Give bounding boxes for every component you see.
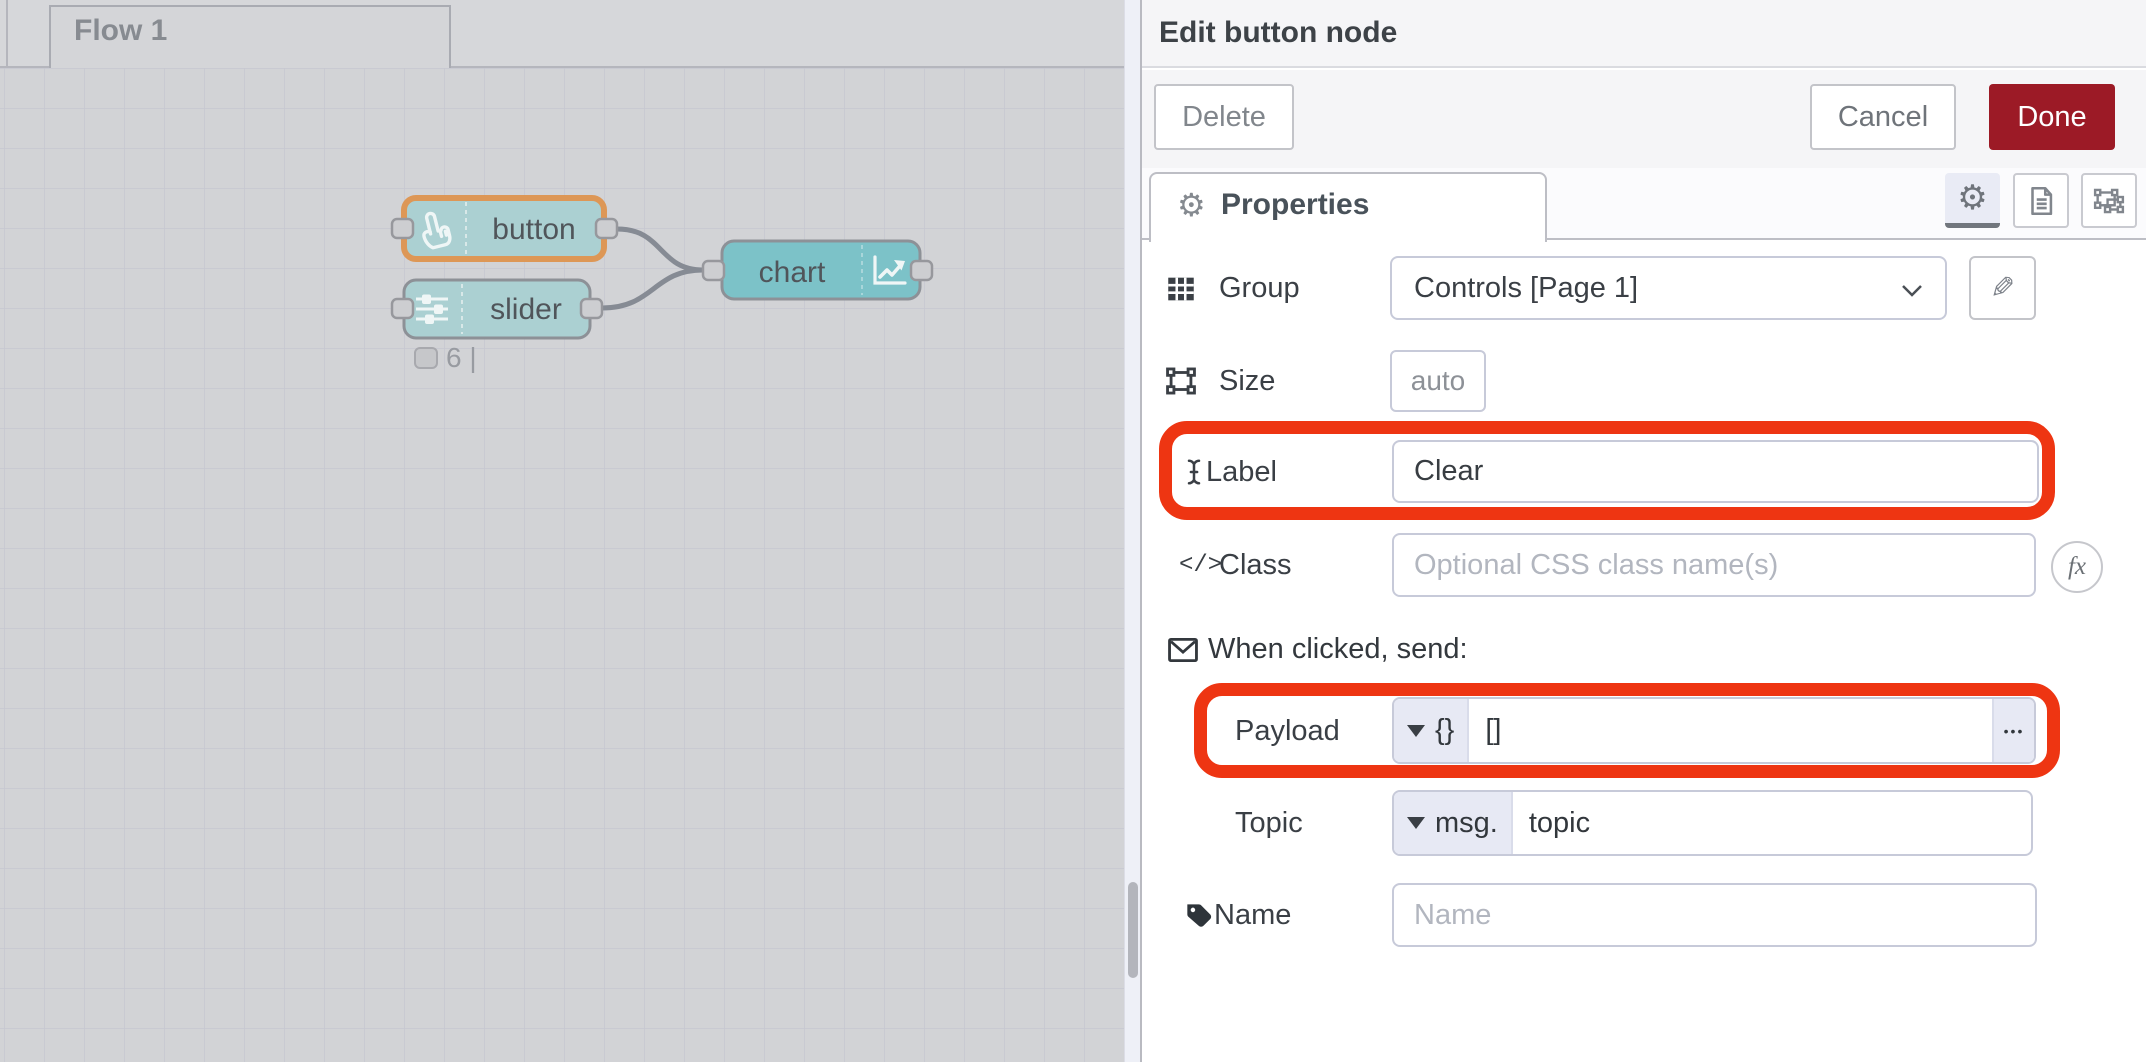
edit-tray: Edit button node Delete Cancel Done ⚙ Pr… bbox=[1140, 0, 2146, 1062]
appearance-tab-button[interactable] bbox=[2081, 173, 2137, 228]
object-group-icon bbox=[2092, 184, 2126, 218]
tray-title: Edit button node bbox=[1159, 0, 1397, 66]
node-button[interactable]: button bbox=[392, 198, 617, 259]
chart-output-port[interactable] bbox=[911, 261, 932, 280]
editor-tabrow: ⚙ Properties ⚙ bbox=[1142, 168, 2146, 240]
edit-group-button[interactable]: ✎ bbox=[1969, 256, 2036, 320]
group-label: Group bbox=[1219, 270, 1300, 306]
payload-label: Payload bbox=[1235, 713, 1340, 749]
payload-typedinput: {} [] ••• bbox=[1392, 697, 2036, 764]
delete-button[interactable]: Delete bbox=[1154, 84, 1294, 150]
expand-editor-button[interactable]: fx bbox=[2051, 541, 2103, 593]
cancel-button[interactable]: Cancel bbox=[1810, 84, 1956, 150]
node-chart-label: chart bbox=[759, 256, 826, 289]
tag-icon bbox=[1182, 898, 1214, 932]
table-icon bbox=[1162, 272, 1200, 306]
name-input[interactable] bbox=[1392, 883, 2037, 947]
node-slider-label: slider bbox=[490, 293, 562, 326]
label-label: Label bbox=[1206, 454, 1277, 490]
status-text: 6 | bbox=[446, 342, 477, 373]
send-section-label: When clicked, send: bbox=[1208, 631, 1468, 667]
button-output-port[interactable] bbox=[596, 219, 617, 238]
node-button-label: button bbox=[492, 213, 575, 246]
i-cursor-icon bbox=[1179, 455, 1209, 489]
sliders-icon bbox=[416, 295, 448, 325]
document-icon bbox=[2024, 184, 2058, 218]
tab-properties-label: Properties bbox=[1221, 188, 1369, 222]
properties-tab-button[interactable]: ⚙ bbox=[1945, 173, 2000, 228]
vertical-scrollbar-thumb[interactable] bbox=[1128, 882, 1138, 978]
size-label: Size bbox=[1219, 363, 1275, 399]
group-select[interactable]: Controls [Page 1] bbox=[1390, 256, 1947, 320]
status-dot bbox=[415, 348, 437, 368]
topic-typedinput: msg. topic bbox=[1392, 790, 2033, 856]
flow-tab-label: Flow 1 bbox=[74, 14, 167, 47]
topic-label: Topic bbox=[1235, 805, 1303, 841]
vertical-scrollbar-track[interactable] bbox=[1124, 0, 1140, 1062]
object-group-icon bbox=[1162, 364, 1200, 398]
workspace-tabbar: Flow 1 bbox=[0, 0, 1124, 68]
dropdown-triangle-icon bbox=[1407, 725, 1425, 737]
class-input[interactable] bbox=[1392, 533, 2036, 597]
json-type-icon: {} bbox=[1435, 714, 1454, 747]
flow-canvas[interactable]: Flow 1 button bbox=[0, 0, 1124, 1062]
msg-type-label: msg. bbox=[1435, 807, 1498, 840]
description-tab-button[interactable] bbox=[2013, 173, 2069, 228]
tray-toolbar: Delete Cancel Done bbox=[1142, 70, 2146, 168]
chevron-down-icon bbox=[1901, 284, 1923, 298]
done-button[interactable]: Done bbox=[1989, 84, 2115, 150]
pencil-icon: ✎ bbox=[1990, 271, 2015, 306]
slider-output-port[interactable] bbox=[581, 299, 602, 318]
envelope-icon bbox=[1165, 633, 1201, 667]
ellipsis-icon: ••• bbox=[2004, 723, 2025, 739]
node-chart[interactable]: chart bbox=[703, 241, 932, 299]
payload-value-input[interactable]: [] bbox=[1469, 699, 1992, 762]
slider-input-port[interactable] bbox=[392, 299, 413, 318]
fx-icon: fx bbox=[2068, 553, 2086, 581]
dropdown-triangle-icon bbox=[1407, 817, 1425, 829]
payload-type-button[interactable]: {} bbox=[1394, 699, 1469, 762]
name-label: Name bbox=[1214, 897, 1291, 933]
chart-input-port[interactable] bbox=[703, 261, 724, 280]
gear-icon: ⚙ bbox=[1177, 186, 1206, 224]
tab-properties[interactable]: ⚙ Properties bbox=[1149, 172, 1547, 242]
tray-header: Edit button node bbox=[1142, 0, 2146, 68]
gear-icon: ⚙ bbox=[1957, 178, 1987, 218]
node-slider[interactable]: slider bbox=[392, 280, 602, 338]
class-label: Class bbox=[1219, 547, 1292, 583]
code-icon: </> bbox=[1179, 548, 1222, 584]
topic-type-button[interactable]: msg. bbox=[1394, 792, 1513, 854]
group-select-value: Controls [Page 1] bbox=[1414, 272, 1638, 305]
topic-value-input[interactable]: topic bbox=[1513, 792, 2031, 854]
flow-tab[interactable]: Flow 1 bbox=[50, 6, 450, 68]
button-input-port[interactable] bbox=[392, 219, 413, 238]
node-red-editor: Flow 1 button bbox=[0, 0, 2146, 1062]
label-input[interactable] bbox=[1392, 440, 2039, 503]
size-auto-button[interactable]: auto bbox=[1390, 350, 1486, 412]
payload-expand-button[interactable]: ••• bbox=[1992, 699, 2034, 762]
